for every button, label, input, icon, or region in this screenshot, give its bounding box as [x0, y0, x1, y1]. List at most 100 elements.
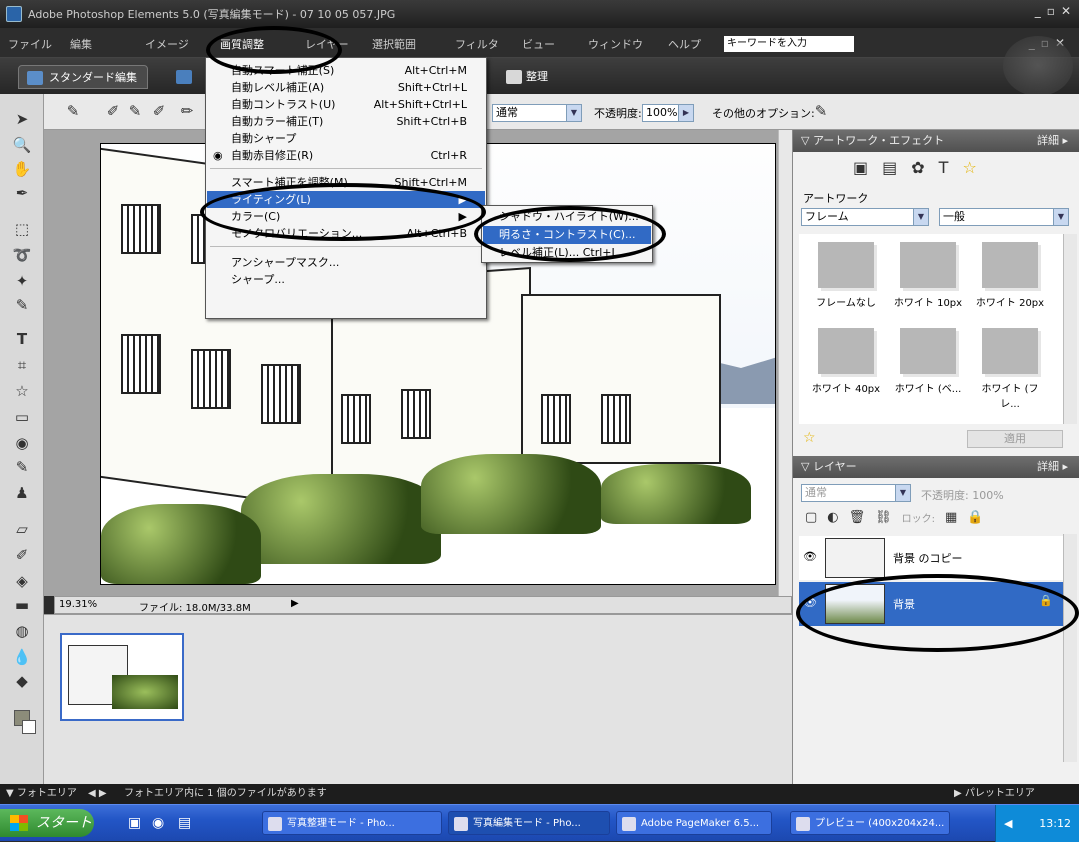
menu-edit[interactable]: 編集 — [70, 36, 92, 52]
palette-bin-toggle[interactable]: ▶ パレットエリア — [954, 784, 1035, 804]
brush-icon[interactable]: ✐ — [104, 102, 122, 120]
favorites-icon[interactable]: ☆ — [962, 158, 976, 182]
tray-icon[interactable]: ◀ — [1004, 805, 1012, 842]
canvas-vertical-scrollbar[interactable] — [778, 130, 792, 596]
tab-standard-edit[interactable]: スタンダード編集 — [18, 65, 148, 89]
clone-stamp-tool-icon[interactable]: ♟ — [10, 482, 34, 504]
taskbar-item[interactable]: Adobe PageMaker 6.5... — [616, 811, 772, 835]
menu-item-unsharp-mask[interactable]: アンシャープマスク... — [207, 254, 485, 271]
restore-button[interactable]: ▫ — [1047, 4, 1055, 18]
menu-filter[interactable]: フィルタ — [455, 36, 499, 52]
layer-blend-mode-select[interactable]: 通常 ▼ — [801, 484, 911, 502]
selection-brush-tool-icon[interactable]: ✎ — [10, 294, 34, 316]
minimize-button[interactable]: _ — [1035, 4, 1041, 18]
more-options-icon[interactable]: ✎ — [812, 102, 830, 120]
lasso-tool-icon[interactable]: ➰ — [10, 244, 34, 266]
crop-tool-icon[interactable]: ⌗ — [10, 354, 34, 376]
add-favorite-icon[interactable]: ☆ — [803, 430, 816, 446]
eraser-tool-icon[interactable]: ▱ — [10, 518, 34, 540]
paint-bucket-tool-icon[interactable]: ◈ — [10, 570, 34, 592]
brush-tool-icon[interactable]: ✐ — [10, 544, 34, 566]
artwork-category-select[interactable]: フレーム ▼ — [801, 208, 929, 226]
quicklaunch-media-icon[interactable]: ▤ — [178, 815, 191, 831]
artwork-scrollbar[interactable] — [1063, 234, 1077, 424]
apply-button[interactable]: 適用 — [967, 430, 1063, 448]
red-eye-tool-icon[interactable]: ◉ — [10, 432, 34, 454]
backgrounds-icon[interactable]: ▤ — [882, 158, 897, 182]
tool-preset-icon[interactable]: ✎ — [64, 102, 82, 120]
healing-brush-tool-icon[interactable]: ✎ — [10, 456, 34, 478]
menu-item-auto-color[interactable]: 自動カラー補正(T) Shift+Ctrl+B — [207, 113, 485, 130]
menu-item-auto-red-eye[interactable]: ◉ 自動赤目修正(R) Ctrl+R — [207, 147, 485, 164]
effects-icon[interactable]: ✿ — [911, 158, 924, 182]
zoom-tool-icon[interactable]: 🔍 — [10, 134, 34, 156]
menu-window[interactable]: ウィンドウ — [588, 36, 643, 52]
frames-icon[interactable]: ▣ — [853, 158, 868, 182]
artwork-subcategory-select[interactable]: 一般 ▼ — [939, 208, 1069, 226]
taskbar-item[interactable]: 写真整理モード - Pho... — [262, 811, 442, 835]
shape-tool-icon[interactable]: ◍ — [10, 620, 34, 642]
layers-scrollbar[interactable] — [1063, 534, 1077, 762]
menu-select[interactable]: 選択範囲 — [372, 36, 416, 52]
move-tool-icon[interactable]: ➤ — [10, 108, 34, 130]
taskbar-item-active[interactable]: 写真編集モード - Pho... — [448, 811, 610, 835]
brush-variant2-icon[interactable]: ✐ — [150, 102, 168, 120]
artwork-item[interactable]: ホワイト (ベ... — [893, 328, 963, 395]
opacity-input[interactable]: 100% ▶ — [642, 104, 694, 122]
menu-item-auto-levels[interactable]: 自動レベル補正(A) Shift+Ctrl+L — [207, 79, 485, 96]
artwork-more-button[interactable]: 詳細 ▸ — [1037, 130, 1068, 152]
layers-more-button[interactable]: 詳細 ▸ — [1037, 456, 1068, 478]
blend-mode-select[interactable]: 通常 ▼ — [492, 104, 582, 122]
eye-icon[interactable]: 👁 — [803, 550, 817, 563]
layer-opacity[interactable]: 不透明度: 100% — [921, 487, 1004, 503]
artwork-item[interactable]: ホワイト (フレ... — [975, 328, 1045, 410]
straighten-tool-icon[interactable]: ▭ — [10, 406, 34, 428]
quicklaunch-desktop-icon[interactable]: ▣ — [128, 815, 141, 831]
menu-help[interactable]: ヘルプ — [668, 36, 701, 52]
lock-icon[interactable]: 🔒 — [967, 510, 983, 525]
new-layer-icon[interactable]: ▢ — [805, 510, 817, 525]
photo-bin-toggle[interactable]: ▼ フォトエリア — [6, 784, 77, 804]
cookie-cutter-tool-icon[interactable]: ☆ — [10, 380, 34, 402]
eyedropper-tool-icon[interactable]: ✒ — [10, 182, 34, 204]
menu-item-sharpen[interactable]: シャープ... — [207, 271, 485, 288]
magic-wand-tool-icon[interactable]: ✦ — [10, 270, 34, 292]
tab-organize[interactable]: 整理 — [500, 65, 558, 89]
start-button[interactable]: スタート — [0, 809, 94, 837]
trash-icon[interactable]: 🗑 — [849, 510, 866, 525]
artwork-item[interactable]: ホワイト 10px — [893, 242, 963, 309]
taskbar-item[interactable]: プレビュー (400x204x24... — [790, 811, 950, 835]
layers-panel-header[interactable]: ▽ レイヤー 詳細 ▸ — [793, 456, 1079, 478]
hand-tool-icon[interactable]: ✋ — [10, 158, 34, 180]
type-tool-icon[interactable]: T — [10, 328, 34, 350]
artwork-item[interactable]: ホワイト 20px — [975, 242, 1045, 309]
artwork-panel-header[interactable]: ▽ アートワーク・エフェクト 詳細 ▸ — [793, 130, 1079, 152]
blur-tool-icon[interactable]: 💧 — [10, 646, 34, 668]
text-effects-icon[interactable]: T — [939, 158, 949, 182]
menu-image[interactable]: イメージ — [145, 36, 189, 52]
link-icon[interactable]: ⛓ — [875, 510, 892, 525]
zoom-level[interactable]: 19.31% — [59, 599, 97, 610]
artwork-item[interactable]: ホワイト 40px — [811, 328, 881, 395]
bin-nav-icons[interactable]: ◀ ▶ — [88, 784, 107, 804]
status-menu-arrow-icon[interactable]: ▶ — [291, 598, 299, 609]
artwork-item[interactable]: フレームなし — [811, 242, 881, 309]
menu-view[interactable]: ビュー — [522, 36, 555, 52]
brush-variant-icon[interactable]: ✎ — [126, 102, 144, 120]
quicklaunch-browser-icon[interactable]: ◉ — [152, 815, 164, 831]
tab-quick-fix[interactable] — [168, 65, 208, 89]
photo-bin-thumbnail[interactable] — [60, 633, 184, 721]
adjustment-layer-icon[interactable]: ◐ — [827, 510, 838, 525]
lock-transparency-icon[interactable]: ▦ — [945, 510, 957, 525]
photo-window — [541, 394, 571, 444]
search-input[interactable]: キーワードを入力 — [724, 36, 854, 52]
menu-file[interactable]: ファイル — [8, 36, 52, 52]
background-color-swatch[interactable] — [22, 720, 36, 734]
gradient-tool-icon[interactable]: ▬ — [10, 594, 34, 616]
menu-item-auto-sharpen[interactable]: 自動シャープ — [207, 130, 485, 147]
menu-item-auto-contrast[interactable]: 自動コントラスト(U) Alt+Shift+Ctrl+L — [207, 96, 485, 113]
sponge-tool-icon[interactable]: ◆ — [10, 670, 34, 692]
marquee-tool-icon[interactable]: ⬚ — [10, 218, 34, 240]
close-button[interactable]: ✕ — [1061, 4, 1071, 18]
pencil-icon[interactable]: ✏ — [178, 102, 196, 120]
